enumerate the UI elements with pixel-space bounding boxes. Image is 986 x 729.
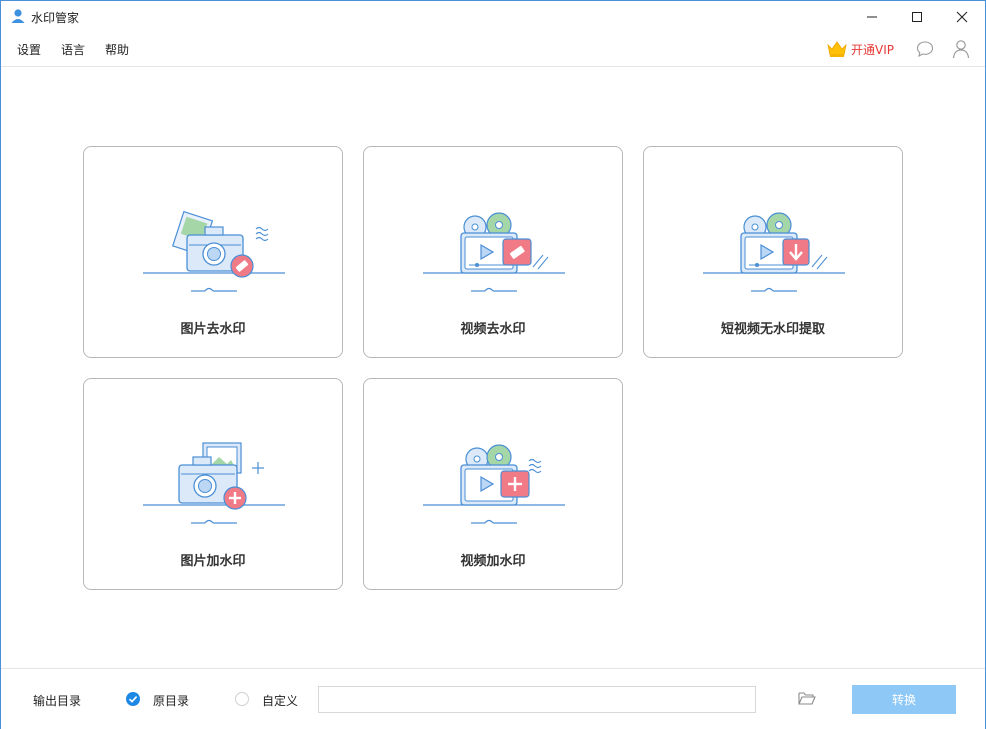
checkmark-icon — [128, 696, 138, 703]
video-remove-watermark-icon — [423, 212, 565, 292]
card-label: 短视频无水印提取 — [720, 322, 825, 337]
photo-remove-watermark-icon — [143, 210, 285, 292]
app-window: 水印管家 设置 语言 帮助 开通VIP 图片去水印 视频去水印 短视频无水印提取… — [0, 0, 986, 729]
output-path-input[interactable] — [318, 686, 756, 713]
vip-button[interactable]: 开通VIP — [826, 39, 894, 59]
menu-help[interactable]: 帮助 — [105, 41, 129, 58]
card-photo-add-watermark[interactable]: 图片加水印 — [83, 378, 343, 590]
maximize-button[interactable] — [894, 1, 940, 32]
radio-custom-label[interactable]: 自定义 — [262, 692, 298, 709]
photo-add-watermark-icon — [143, 442, 285, 524]
minimize-icon — [867, 16, 877, 17]
video-add-watermark-icon — [423, 444, 565, 524]
card-video-add-watermark[interactable]: 视频加水印 — [363, 378, 623, 590]
minimize-button[interactable] — [849, 1, 895, 32]
card-label: 图片加水印 — [180, 554, 246, 569]
card-label: 视频去水印 — [460, 322, 526, 337]
maximize-icon — [912, 11, 922, 22]
card-label: 视频加水印 — [460, 554, 526, 569]
short-video-extract-icon — [703, 212, 845, 292]
radio-original-label[interactable]: 原目录 — [153, 692, 189, 709]
radio-custom-directory[interactable] — [235, 692, 249, 706]
close-button[interactable] — [939, 1, 985, 32]
vip-label: 开通VIP — [851, 42, 894, 57]
card-short-video-extract[interactable]: 短视频无水印提取 — [643, 146, 903, 358]
crown-icon — [827, 41, 847, 57]
menu-bar: 设置 语言 帮助 开通VIP — [1, 32, 985, 67]
title-bar: 水印管家 — [1, 1, 985, 32]
card-video-remove-watermark[interactable]: 视频去水印 — [363, 146, 623, 358]
convert-button[interactable]: 转换 — [852, 685, 956, 714]
radio-original-directory[interactable] — [126, 692, 140, 706]
output-directory-label: 输出目录 — [33, 694, 82, 708]
card-label: 图片去水印 — [180, 322, 246, 337]
feedback-chat-icon[interactable] — [916, 40, 934, 58]
user-account-icon[interactable] — [952, 39, 970, 59]
window-title: 水印管家 — [31, 11, 80, 25]
close-icon — [956, 11, 968, 22]
menu-language[interactable]: 语言 — [61, 41, 85, 58]
output-footer: 输出目录 原目录 自定义 转换 — [1, 668, 985, 729]
folder-open-icon[interactable] — [798, 690, 816, 706]
menu-settings[interactable]: 设置 — [17, 41, 41, 58]
card-photo-remove-watermark[interactable]: 图片去水印 — [83, 146, 343, 358]
app-logo-icon — [11, 9, 25, 23]
